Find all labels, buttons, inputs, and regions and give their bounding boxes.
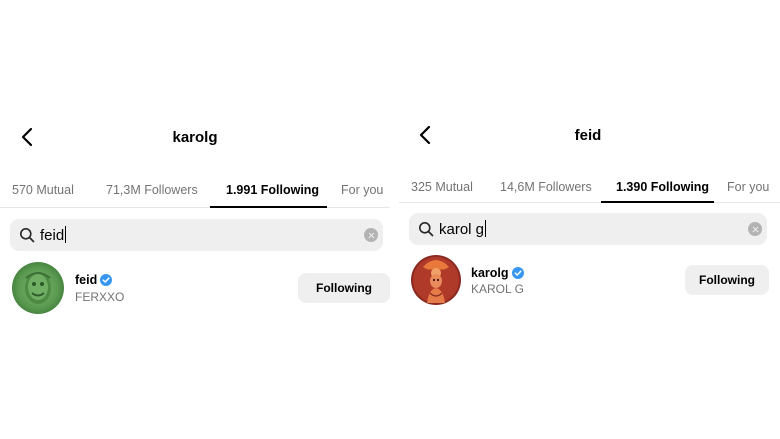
full-name: FERXXO [75,290,125,304]
search-icon [20,228,35,243]
tab-followers[interactable]: 71,3M Followers [106,175,198,211]
search-value: feid [40,227,65,244]
page-title: feid [574,127,602,144]
following-button[interactable]: Following [298,273,390,303]
left-screen: karolg 570 Mutual 71,3M Followers 1.991 … [0,0,390,439]
active-tab-indicator [210,206,327,208]
list-item[interactable]: feid FERXXO Following [0,260,390,316]
tab-divider [399,202,780,203]
search-bar[interactable]: karol g [409,213,767,245]
search-input[interactable]: karol g [439,220,487,238]
avatar[interactable] [411,255,461,305]
avatar-image [12,262,64,314]
username[interactable]: karolg [471,266,524,280]
verified-badge-icon [511,267,524,279]
tab-bar: 570 Mutual 71,3M Followers 1.991 Followi… [0,175,390,211]
list-item[interactable]: karolg KAROL G Following [399,254,780,310]
search-icon [419,222,434,237]
search-input[interactable]: feid [40,226,67,244]
tab-divider [0,207,390,208]
username-text: feid [75,273,98,287]
page-title: karolg [172,129,218,146]
avatar[interactable] [12,262,64,314]
panel-divider [390,0,399,439]
tab-bar: 325 Mutual 14,6M Followers 1.390 Followi… [399,172,780,208]
username[interactable]: feid [75,273,113,287]
active-tab-indicator [601,201,714,203]
text-cursor [485,220,487,237]
following-button[interactable]: Following [685,265,769,295]
search-value: karol g [439,221,485,238]
clear-icon[interactable] [364,228,378,242]
verified-badge-icon [100,274,113,286]
avatar-image [411,255,461,305]
text-cursor [65,226,67,243]
username-text: karolg [471,266,509,280]
right-screen: feid 325 Mutual 14,6M Followers 1.390 Fo… [399,0,780,439]
search-bar[interactable]: feid [10,219,383,251]
tab-mutual[interactable]: 570 Mutual [12,175,74,211]
tab-for-you[interactable]: For you [341,175,383,211]
clear-icon[interactable] [748,222,762,236]
full-name: KAROL G [471,282,524,296]
